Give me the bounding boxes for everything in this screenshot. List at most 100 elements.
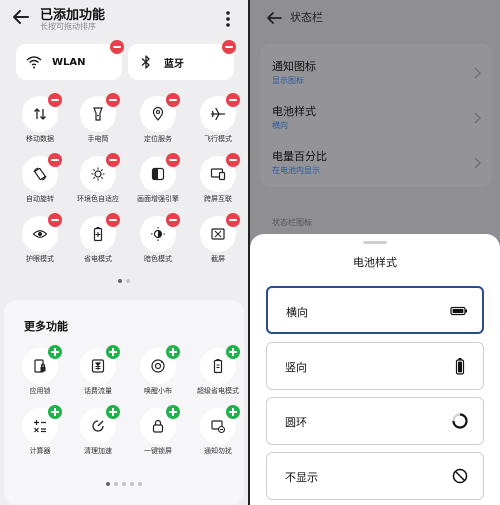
tile-label: 一键锁屏 <box>144 447 172 455</box>
add-badge[interactable] <box>48 345 62 359</box>
remove-badge[interactable] <box>106 93 120 107</box>
wlan-tile[interactable]: WLAN <box>16 40 124 80</box>
chevron-right-icon <box>474 157 481 169</box>
battery-vertical-icon <box>455 358 465 375</box>
app-lock-icon <box>34 359 46 373</box>
tile-screenshot[interactable]: 截屏 <box>196 213 246 276</box>
page-subtitle: 长按可拖动排序 <box>40 22 96 31</box>
calculator-icon <box>34 420 46 433</box>
tile-eye-protection[interactable]: 护眼模式 <box>18 213 68 276</box>
tile-data-fee[interactable]: 话费流量 <box>76 345 126 408</box>
tile-screen-cast[interactable]: 跨屏互联 <box>196 153 246 216</box>
bluetooth-tile[interactable]: 蓝牙 <box>128 40 236 80</box>
cleanup-icon <box>92 420 104 432</box>
status-bar-settings: 状态栏 通知图标 显示图标 电池样式 横向 电量百分比 在电池内显示 状态栏图标… <box>250 0 500 505</box>
tile-cleanup[interactable]: 清理加速 <box>76 405 126 468</box>
add-badge[interactable] <box>48 405 62 419</box>
tile-label: 手电筒 <box>87 135 109 143</box>
display-enhance-icon <box>151 167 165 181</box>
bluetooth-icon <box>141 55 150 69</box>
tile-label: 超级省电模式 <box>197 387 239 395</box>
remove-badge[interactable] <box>166 213 180 227</box>
tile-label: 唤醒小布 <box>144 387 172 395</box>
battery-ring-icon <box>452 413 468 429</box>
add-badge[interactable] <box>226 345 240 359</box>
sheet-handle[interactable] <box>363 241 387 244</box>
remove-badge[interactable] <box>166 153 180 167</box>
eye-protection-icon <box>32 230 48 238</box>
remove-badge[interactable] <box>226 93 240 107</box>
add-badge[interactable] <box>226 405 240 419</box>
remove-badge[interactable] <box>48 213 62 227</box>
more-functions-title: 更多功能 <box>24 320 68 333</box>
remove-badge[interactable] <box>106 153 120 167</box>
add-badge[interactable] <box>166 405 180 419</box>
page-title: 状态栏 <box>290 11 323 24</box>
mobile-data-icon <box>34 108 46 120</box>
remove-badge[interactable] <box>222 40 236 54</box>
chevron-right-icon <box>474 67 481 79</box>
tile-label: 移动数据 <box>26 135 54 143</box>
data-fee-icon <box>91 359 105 373</box>
remove-badge[interactable] <box>166 93 180 107</box>
screen-cast-icon <box>210 168 226 181</box>
back-arrow-icon[interactable] <box>264 8 284 28</box>
tile-lock-screen[interactable]: 一键锁屏 <box>136 405 186 468</box>
remove-badge[interactable] <box>110 40 124 54</box>
battery-saver-icon <box>93 227 103 242</box>
tile-label: 跨屏互联 <box>204 195 232 203</box>
remove-badge[interactable] <box>226 153 240 167</box>
tile-label: 通知勿扰 <box>204 447 232 455</box>
bluetooth-label: 蓝牙 <box>164 58 184 70</box>
battery-horizontal-icon <box>450 306 467 316</box>
tile-assistant[interactable]: 唤醒小布 <box>136 345 186 408</box>
setting-title: 通知图标 <box>272 60 316 73</box>
back-arrow-icon[interactable] <box>10 6 32 28</box>
tile-super-saver[interactable]: 超级省电模式 <box>196 345 246 408</box>
super-saver-icon <box>213 359 223 374</box>
remove-badge[interactable] <box>226 213 240 227</box>
setting-battery-percentage[interactable]: 电量百分比 在电池内显示 <box>272 148 482 188</box>
add-badge[interactable] <box>106 405 120 419</box>
section-label: 状态栏图标 <box>272 218 312 227</box>
wifi-icon <box>26 56 42 69</box>
setting-battery-style[interactable]: 电池样式 横向 <box>272 103 482 143</box>
tile-label: 飞行模式 <box>204 135 232 143</box>
tile-label: 应用锁 <box>29 387 51 395</box>
option-horizontal[interactable]: 横向 <box>266 286 484 334</box>
setting-title: 电池样式 <box>272 105 316 118</box>
remove-badge[interactable] <box>48 93 62 107</box>
tile-flashlight[interactable]: 手电筒 <box>76 93 126 156</box>
tile-display-enhance[interactable]: 画面增强引擎 <box>136 153 186 216</box>
tile-calculator[interactable]: 计算器 <box>18 405 68 468</box>
tile-ambient-color[interactable]: 环境色自适应 <box>76 153 126 216</box>
remove-badge[interactable] <box>48 153 62 167</box>
setting-notification-icons[interactable]: 通知图标 显示图标 <box>272 58 482 98</box>
flashlight-icon <box>93 107 103 121</box>
option-vertical[interactable]: 竖向 <box>266 342 484 390</box>
tile-do-not-disturb[interactable]: 通知勿扰 <box>196 405 246 468</box>
screenshot-icon <box>211 228 225 240</box>
wlan-label: WLAN <box>52 56 86 68</box>
more-options-icon[interactable] <box>220 8 236 30</box>
tile-battery-saver[interactable]: 省电模式 <box>76 213 126 276</box>
settings-card: 通知图标 显示图标 电池样式 横向 电量百分比 在电池内显示 <box>260 44 492 187</box>
tile-auto-rotate[interactable]: 自动旋转 <box>18 153 68 216</box>
tile-app-lock[interactable]: 应用锁 <box>18 345 68 408</box>
dark-mode-icon <box>151 227 165 241</box>
add-badge[interactable] <box>106 345 120 359</box>
tile-label: 清理加速 <box>84 447 112 455</box>
option-ring[interactable]: 圆环 <box>266 397 484 445</box>
option-label: 竖向 <box>285 361 307 374</box>
tile-dark-mode[interactable]: 暗色模式 <box>136 213 186 276</box>
setting-value: 显示图标 <box>272 76 304 85</box>
option-hidden[interactable]: 不显示 <box>266 452 484 500</box>
tile-location[interactable]: 定位服务 <box>136 93 186 156</box>
ambient-color-icon <box>91 167 105 181</box>
lock-screen-icon <box>152 419 164 433</box>
tile-airplane[interactable]: 飞行模式 <box>196 93 246 156</box>
add-badge[interactable] <box>166 345 180 359</box>
tile-mobile-data[interactable]: 移动数据 <box>18 93 68 156</box>
remove-badge[interactable] <box>106 213 120 227</box>
tile-label: 暗色模式 <box>144 255 172 263</box>
